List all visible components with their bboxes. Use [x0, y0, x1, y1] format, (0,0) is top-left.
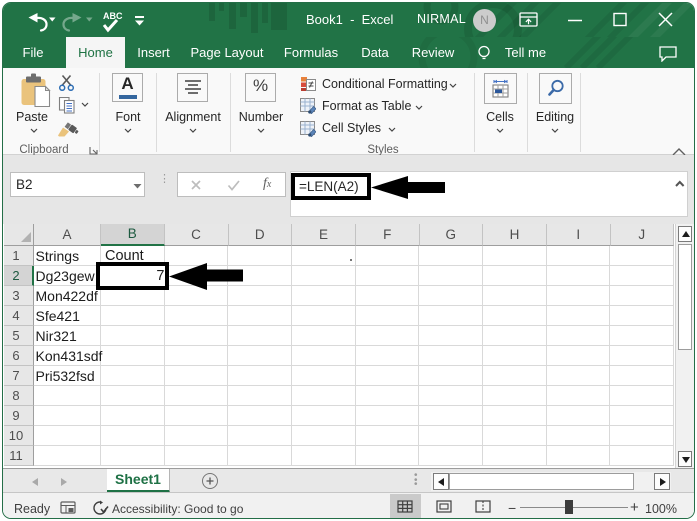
svg-text:ABC: ABC [103, 11, 123, 21]
